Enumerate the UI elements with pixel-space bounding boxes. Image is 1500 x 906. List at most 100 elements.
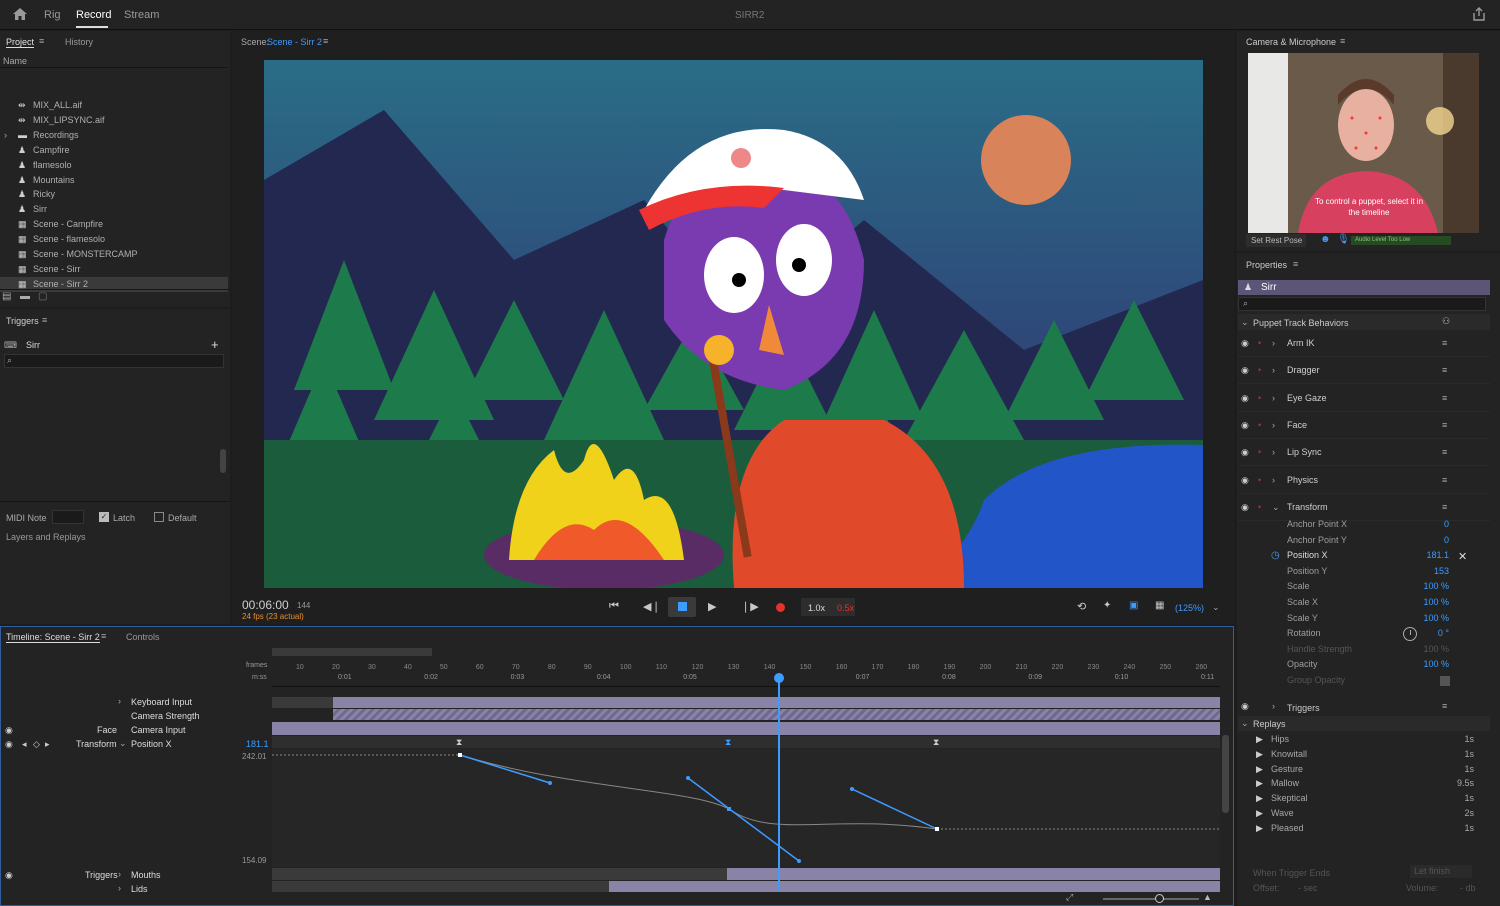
behavior-expand-icon[interactable]: › xyxy=(1272,412,1275,439)
trigger-search-input[interactable] xyxy=(4,354,224,368)
triggers-track-eye-icon[interactable]: ◉ xyxy=(5,870,13,881)
transform-property-row[interactable]: Anchor Point Y 0 xyxy=(1238,533,1490,549)
triggers-menu-icon[interactable]: ≡ xyxy=(42,315,47,325)
let-finish-dropdown[interactable]: Let finish xyxy=(1410,865,1472,878)
behavior-row[interactable]: ◉ • › Lip Sync ≡ xyxy=(1238,439,1490,467)
behavior-menu-icon[interactable]: ≡ xyxy=(1442,330,1447,357)
next-keyframe-icon[interactable]: ▸ xyxy=(45,739,50,750)
eye-icon[interactable]: ◉ xyxy=(1241,412,1249,439)
project-item[interactable]: ♟ Campfire xyxy=(0,143,228,158)
eye-icon[interactable]: ◉ xyxy=(1241,385,1249,412)
transform-property-row[interactable]: Scale X 100 % xyxy=(1238,595,1490,611)
behavior-expand-icon[interactable]: › xyxy=(1272,467,1275,494)
add-trigger-icon[interactable]: + xyxy=(211,337,219,352)
property-value[interactable]: 100 % xyxy=(1423,595,1449,611)
new-folder-icon[interactable]: ▬ xyxy=(20,291,30,302)
handles-icon[interactable]: ✦ xyxy=(1103,600,1111,611)
keyboard-expand-icon[interactable]: › xyxy=(118,696,121,706)
replay-row[interactable]: ▶ Skeptical 1s xyxy=(1238,791,1490,806)
fit-timeline-icon[interactable]: ⤢ xyxy=(1066,892,1073,903)
transform-property-row[interactable]: Scale Y 100 % xyxy=(1238,611,1490,627)
position-x-collapse-icon[interactable]: ⌄ xyxy=(119,738,127,749)
record-arm-icon[interactable]: • xyxy=(1258,467,1261,494)
replay-play-icon[interactable]: ▶ xyxy=(1256,747,1263,762)
behavior-row[interactable]: ◉ • › Arm IK ≡ xyxy=(1238,330,1490,357)
triggers-expand-icon[interactable]: › xyxy=(1272,701,1275,711)
replay-row[interactable]: ▶ Gesture 1s xyxy=(1238,762,1490,777)
expand-chevron-icon[interactable]: › xyxy=(4,128,7,143)
record-arm-icon[interactable]: • xyxy=(1258,330,1261,357)
property-value[interactable]: 100 % xyxy=(1423,611,1449,627)
home-icon[interactable] xyxy=(12,7,28,21)
eye-icon[interactable]: ◉ xyxy=(1241,357,1249,384)
camera-strength-bar[interactable] xyxy=(333,709,1220,720)
replay-play-icon[interactable]: ▶ xyxy=(1256,762,1263,777)
project-item[interactable]: ▦ Scene - MONSTERCAMP xyxy=(0,247,228,262)
camera-menu-icon[interactable]: ≡ xyxy=(1340,36,1345,46)
tab-stream[interactable]: Stream xyxy=(124,9,159,21)
record-arm-icon[interactable]: • xyxy=(1258,439,1261,466)
record-mode-icon[interactable]: ▣ xyxy=(1129,600,1138,611)
lids-bar[interactable] xyxy=(609,881,1220,892)
speed-normal[interactable]: 1.0x xyxy=(808,603,825,613)
scene-name[interactable]: Scene - Sirr 2 xyxy=(267,37,322,47)
triggers-eye-icon[interactable]: ◉ xyxy=(1241,701,1249,712)
position-x-value[interactable]: 181.1 xyxy=(246,739,269,749)
behavior-expand-icon[interactable]: › xyxy=(1272,357,1275,384)
replay-row[interactable]: ▶ Hips 1s xyxy=(1238,732,1490,747)
camera-toggle-icon[interactable]: ☻ xyxy=(1320,234,1331,245)
set-rest-pose-button[interactable]: Set Rest Pose xyxy=(1246,234,1306,247)
project-item[interactable]: › ▬ Recordings xyxy=(0,128,228,143)
keyboard-input-bar[interactable] xyxy=(333,697,1220,708)
replay-play-icon[interactable]: ▶ xyxy=(1256,776,1263,791)
replay-row[interactable]: ▶ Wave 2s xyxy=(1238,806,1490,821)
transform-property-row[interactable]: Anchor Point X 0 xyxy=(1238,517,1490,533)
add-behavior-icon[interactable]: ⚇ xyxy=(1442,316,1450,327)
camera-input-bar[interactable] xyxy=(272,722,1220,735)
volume-value[interactable]: - db xyxy=(1460,883,1476,893)
zoom-level[interactable]: (125%) xyxy=(1175,603,1204,613)
face-eye-icon[interactable]: ◉ xyxy=(5,725,13,736)
property-value[interactable]: 0 ° xyxy=(1438,626,1449,642)
lids-expand-icon[interactable]: › xyxy=(118,883,121,893)
tab-controls[interactable]: Controls xyxy=(126,632,160,642)
replay-play-icon[interactable]: ▶ xyxy=(1256,732,1263,747)
timecode[interactable]: 00:06:00 xyxy=(242,598,289,612)
triggers-track-expand-icon[interactable]: › xyxy=(118,869,121,879)
record-arm-icon[interactable]: • xyxy=(1258,385,1261,412)
add-keyframe-icon[interactable]: ◇ xyxy=(33,739,40,750)
transform-property-row[interactable]: Opacity 100 % xyxy=(1238,657,1490,673)
keyframe-3-icon[interactable]: ⧗ xyxy=(933,737,939,748)
project-item[interactable]: ▦ Scene - flamesolo xyxy=(0,232,228,247)
go-to-start-icon[interactable]: ⏮ xyxy=(609,600,619,613)
play-icon[interactable]: ▶ xyxy=(708,600,716,613)
project-item[interactable]: ▦ Scene - Sirr xyxy=(0,262,228,277)
behavior-menu-icon[interactable]: ≡ xyxy=(1442,357,1447,384)
eye-icon[interactable]: ◉ xyxy=(1241,467,1249,494)
tab-rig[interactable]: Rig xyxy=(44,9,61,21)
replay-row[interactable]: ▶ Pleased 1s xyxy=(1238,821,1490,836)
project-item[interactable]: ⇹ MIX_ALL.aif xyxy=(0,98,228,113)
behavior-expand-icon[interactable]: › xyxy=(1272,385,1275,412)
triggers-scrollbar[interactable] xyxy=(220,449,226,473)
rotation-dial[interactable] xyxy=(1403,627,1417,641)
project-item[interactable]: ♟ Mountains xyxy=(0,173,228,188)
behavior-row[interactable]: ◉ • › Physics ≡ xyxy=(1238,467,1490,494)
behavior-menu-icon[interactable]: ≡ xyxy=(1442,467,1447,494)
zoom-in-icon[interactable]: ▲ xyxy=(1203,892,1212,902)
project-item[interactable]: ♟ Sirr xyxy=(0,202,228,217)
keyframe-2-icon[interactable]: ⧗ xyxy=(725,737,731,748)
section-chevron-icon[interactable]: ⌄ xyxy=(1241,317,1249,328)
stop-button[interactable] xyxy=(668,597,696,617)
delete-icon[interactable]: ▢ xyxy=(38,291,47,302)
transform-property-row[interactable]: Scale 100 % xyxy=(1238,579,1490,595)
transform-property-row[interactable]: Handle Strength 100 % xyxy=(1238,642,1490,658)
property-value[interactable]: 181.1 xyxy=(1426,548,1449,564)
property-value[interactable]: 100 % xyxy=(1423,657,1449,673)
speed-record[interactable]: 0.5x xyxy=(837,603,854,613)
behavior-row[interactable]: ◉ • › Face ≡ xyxy=(1238,412,1490,439)
record-arm-icon[interactable]: • xyxy=(1258,412,1261,439)
transparency-grid-icon[interactable]: ▦ xyxy=(1155,600,1164,611)
triggers-behavior-row[interactable] xyxy=(1238,699,1490,715)
project-menu-icon[interactable]: ≡ xyxy=(39,36,44,46)
